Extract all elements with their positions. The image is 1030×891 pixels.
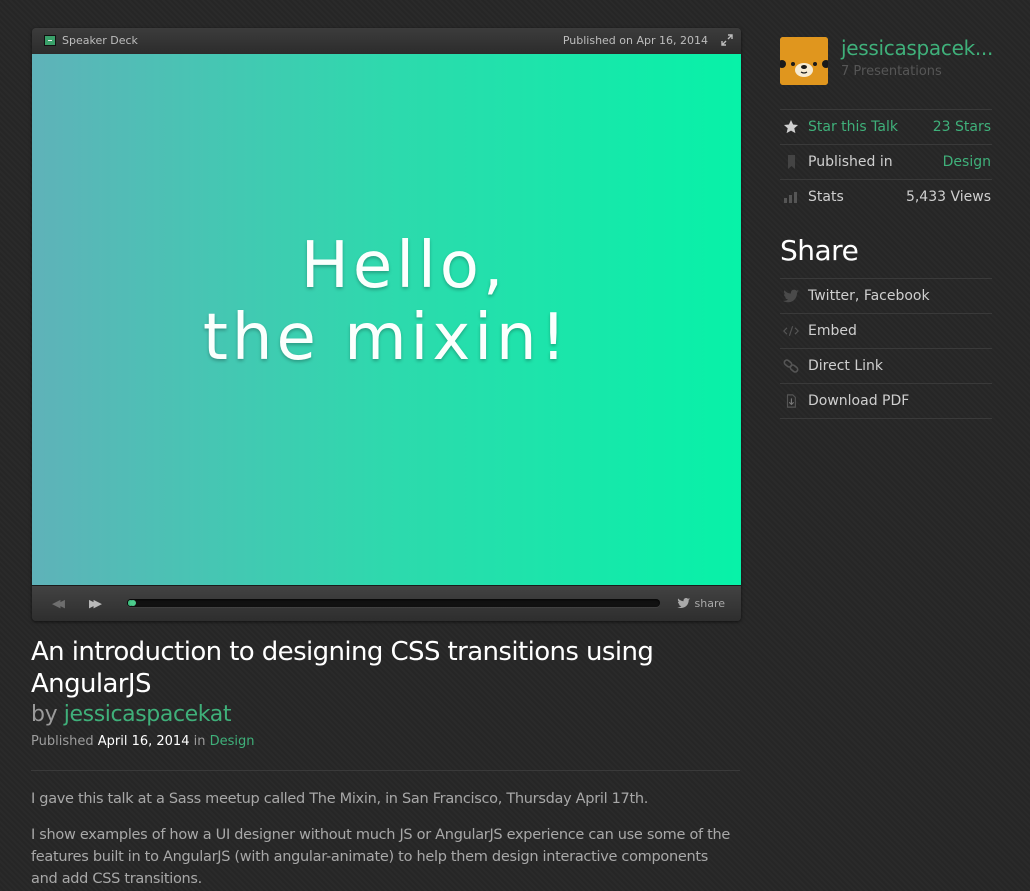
- published-in-label: Published in: [808, 154, 893, 170]
- next-slide-icon[interactable]: ▶▶: [89, 597, 105, 610]
- player-header: Speaker Deck Published on Apr 16, 2014: [32, 28, 741, 54]
- share-direct-link-label: Direct Link: [808, 358, 884, 374]
- slide-heading-line-1: Hello,: [300, 229, 508, 303]
- talk-description: I gave this talk at a Sass meetup called…: [31, 788, 736, 891]
- byline-prefix: by: [31, 702, 58, 727]
- fullscreen-expand-icon[interactable]: [721, 34, 733, 46]
- share-heading: Share: [780, 234, 859, 267]
- description-paragraph: I gave this talk at a Sass meetup called…: [31, 791, 649, 807]
- talk-title: An introduction to designing CSS transit…: [31, 637, 654, 699]
- current-slide[interactable]: Hello, the mixin!: [32, 54, 741, 585]
- stats-label: Stats: [808, 189, 844, 205]
- star-icon: [784, 120, 798, 134]
- star-talk-row[interactable]: Star this Talk 23 Stars: [780, 109, 992, 144]
- star-count[interactable]: 23 Stars: [933, 119, 991, 135]
- previous-slide-icon[interactable]: ◀◀: [52, 597, 68, 610]
- player-share-button[interactable]: share: [676, 597, 726, 610]
- star-talk-button[interactable]: Star this Talk: [808, 119, 898, 135]
- player-share-label: share: [694, 597, 726, 610]
- slide-player[interactable]: Speaker Deck Published on Apr 16, 2014 H…: [32, 28, 741, 621]
- published-in-row: Published in Design: [780, 144, 992, 179]
- views-count: 5,433 Views: [905, 189, 991, 205]
- share-embed[interactable]: Embed: [780, 313, 992, 348]
- published-in-category-link[interactable]: Design: [943, 154, 991, 170]
- sidebar-author-name[interactable]: jessicaspacek...: [841, 36, 993, 60]
- talk-meta: Published April 16, 2014 in Design: [31, 734, 255, 749]
- chain-link-icon: [783, 359, 799, 373]
- stats-row: Stats 5,433 Views: [780, 179, 992, 214]
- in-label: in: [193, 734, 206, 749]
- share-twitter-facebook[interactable]: Twitter, Facebook: [780, 278, 992, 313]
- description-paragraph: I show examples of how a UI designer wit…: [31, 827, 731, 887]
- presentations-count: 7 Presentations: [841, 64, 942, 79]
- speaker-deck-logo-icon[interactable]: [44, 35, 56, 46]
- bookmark-icon: [788, 155, 795, 169]
- published-label: Published: [31, 734, 94, 749]
- bar-chart-icon: [784, 192, 797, 203]
- twitter-bird-icon: [676, 598, 690, 608]
- content-divider: [31, 770, 740, 771]
- slide-progress-handle[interactable]: [130, 600, 136, 606]
- share-download-pdf-label: Download PDF: [808, 393, 910, 409]
- author-avatar[interactable]: [780, 37, 828, 85]
- slide-heading-line-2: the mixin!: [202, 301, 571, 375]
- twitter-bird-icon: [783, 289, 799, 303]
- download-icon: [786, 394, 796, 408]
- category-link[interactable]: Design: [210, 734, 255, 749]
- author-link[interactable]: jessicaspacekat: [64, 702, 232, 727]
- speaker-deck-brand[interactable]: Speaker Deck: [62, 34, 138, 47]
- talk-byline: by jessicaspacekat: [31, 702, 231, 727]
- player-controls: ◀◀ ▶▶ share: [32, 585, 741, 621]
- published-date: April 16, 2014: [97, 734, 190, 749]
- code-brackets-icon: [783, 326, 799, 336]
- player-published-date: Published on Apr 16, 2014: [562, 34, 708, 47]
- slide-text: Hello, the mixin!: [32, 230, 741, 374]
- sidebar-bottom-divider: [780, 418, 992, 419]
- share-download-pdf[interactable]: Download PDF: [780, 383, 992, 418]
- slide-progress-bar[interactable]: [127, 599, 660, 607]
- bear-face-icon: [780, 37, 828, 85]
- share-twitter-facebook-label: Twitter, Facebook: [808, 288, 930, 304]
- share-embed-label: Embed: [808, 323, 857, 339]
- share-direct-link[interactable]: Direct Link: [780, 348, 992, 383]
- page: Speaker Deck Published on Apr 16, 2014 H…: [0, 0, 1030, 891]
